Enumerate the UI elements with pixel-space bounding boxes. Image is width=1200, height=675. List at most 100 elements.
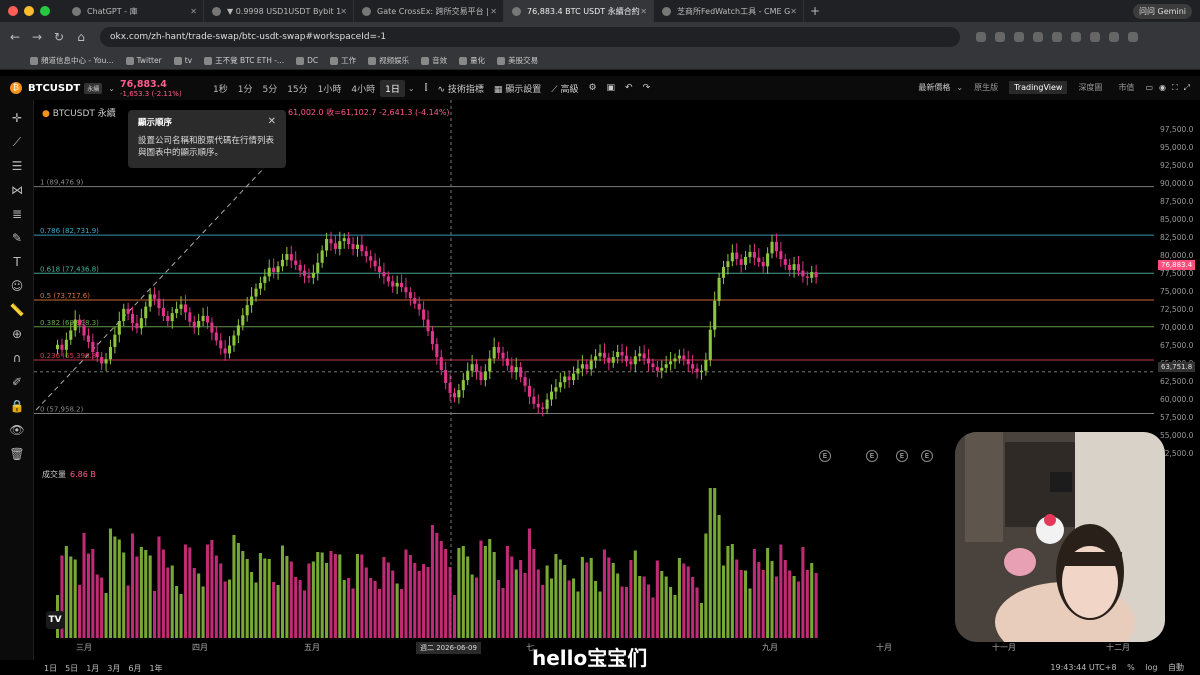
- volume-bar: [289, 561, 293, 638]
- view-native[interactable]: 原生版: [969, 80, 1003, 95]
- brush-icon[interactable]: ✎: [0, 226, 34, 250]
- bookmark-8[interactable]: 量化: [459, 55, 485, 66]
- maximize-window-icon[interactable]: [40, 6, 50, 16]
- undo-icon[interactable]: ↶: [625, 83, 633, 93]
- trash-icon[interactable]: 🗑: [0, 442, 34, 466]
- range-1y[interactable]: 1年: [149, 663, 162, 674]
- tab-close-icon[interactable]: ✕: [790, 7, 797, 16]
- chevron-down-icon[interactable]: ⌄: [408, 84, 415, 93]
- bookmark-6[interactable]: 视频娱乐: [368, 55, 409, 66]
- range-1m[interactable]: 1月: [86, 663, 99, 674]
- volume-bar: [302, 590, 307, 638]
- display-settings-button[interactable]: ▦ 顯示設置: [494, 82, 541, 95]
- back-icon[interactable]: ←: [4, 30, 26, 44]
- range-3m[interactable]: 3月: [107, 663, 120, 674]
- ruler-icon[interactable]: 📏: [0, 298, 34, 322]
- bookmark-1[interactable]: Twitter: [125, 56, 162, 65]
- log-toggle[interactable]: log: [1145, 663, 1157, 672]
- bookmark-7[interactable]: 音效: [421, 55, 447, 66]
- zoom-in-icon[interactable]: ⊕: [0, 322, 34, 346]
- extension-icon[interactable]: [1033, 32, 1043, 42]
- tf-1m[interactable]: 1分: [233, 80, 258, 97]
- range-6m[interactable]: 6月: [128, 663, 141, 674]
- pattern-icon[interactable]: ⋈: [0, 178, 34, 202]
- extension-icon[interactable]: [1014, 32, 1024, 42]
- tf-1d[interactable]: 1日: [380, 79, 405, 97]
- extension-icon[interactable]: [1109, 32, 1119, 42]
- extension-icon[interactable]: [995, 32, 1005, 42]
- bookmark-5[interactable]: 工作: [330, 55, 356, 66]
- tf-5m[interactable]: 5分: [257, 80, 282, 97]
- layout-icon[interactable]: ▣: [607, 83, 616, 93]
- chevron-down-icon[interactable]: ⌄: [956, 83, 963, 92]
- percent-toggle[interactable]: %: [1127, 663, 1135, 672]
- gemini-button[interactable]: 问问 Gemini: [1133, 4, 1192, 19]
- new-tab-icon[interactable]: +: [810, 4, 820, 18]
- extension-icon[interactable]: [1071, 32, 1081, 42]
- home-icon[interactable]: ⌂: [70, 30, 92, 44]
- extension-icon[interactable]: [1052, 32, 1062, 42]
- tf-1h[interactable]: 1小時: [313, 80, 347, 97]
- lock-icon[interactable]: 🔒: [0, 394, 34, 418]
- url-input[interactable]: okx.com/zh-hant/trade-swap/btc-usdt-swap…: [100, 27, 960, 47]
- tab-close-icon[interactable]: ✕: [640, 7, 647, 16]
- range-1d[interactable]: 1日: [44, 663, 57, 674]
- auto-toggle[interactable]: 自動: [1168, 663, 1184, 672]
- horizontal-lines-icon[interactable]: ☰: [0, 154, 34, 178]
- eye-icon[interactable]: 👁: [0, 418, 34, 442]
- trend-line-icon[interactable]: ⟋: [0, 130, 34, 154]
- tab-close-icon[interactable]: ✕: [490, 7, 497, 16]
- tab-close-icon[interactable]: ✕: [190, 7, 197, 16]
- chart-legend[interactable]: ● BTCUSDT 永續: [42, 106, 116, 119]
- expand-icon[interactable]: ⤢: [1184, 83, 1190, 93]
- latest-price-select[interactable]: 最新價格: [918, 82, 950, 93]
- range-5d[interactable]: 5日: [65, 663, 78, 674]
- chevron-down-icon[interactable]: ⌄: [108, 84, 115, 93]
- magnet-icon[interactable]: ∩: [0, 346, 34, 370]
- settings-gear-icon[interactable]: ⚙: [588, 83, 596, 93]
- event-marker-icon[interactable]: E: [896, 450, 908, 462]
- forward-icon[interactable]: →: [26, 30, 48, 44]
- bookmark-0[interactable]: 頻道信息中心 - You...: [30, 55, 114, 66]
- tf-1s[interactable]: 1秒: [208, 80, 233, 97]
- symbol-selector[interactable]: ₿ BTCUSDT 永續 ⌄: [10, 82, 120, 94]
- window-controls[interactable]: [8, 6, 50, 16]
- bookmark-4[interactable]: DC: [296, 56, 318, 65]
- text-tool-icon[interactable]: T: [0, 250, 34, 274]
- bookmark-3[interactable]: 王不覺 BTC ETH -...: [204, 55, 284, 66]
- view-depth[interactable]: 深度圖: [1073, 80, 1107, 95]
- extension-icon[interactable]: [1128, 32, 1138, 42]
- tf-4h[interactable]: 4小時: [346, 80, 380, 97]
- reload-icon[interactable]: ↻: [48, 30, 70, 44]
- camera-icon[interactable]: ◉: [1159, 83, 1166, 92]
- crosshair-icon[interactable]: ✛: [0, 106, 34, 130]
- event-marker-icon[interactable]: E: [819, 450, 831, 462]
- browser-tab-0[interactable]: ChatGPT - 庫 ✕: [64, 0, 204, 22]
- window-icon[interactable]: ▭: [1145, 83, 1153, 92]
- browser-tab-4[interactable]: 芝商所FedWatch工具 - CME G ✕: [654, 0, 804, 22]
- browser-tab-1[interactable]: ▼ 0.9998 USD1USDT Bybit 1 ✕: [204, 0, 354, 22]
- fib-tool-icon[interactable]: ≣: [0, 202, 34, 226]
- browser-tab-2[interactable]: Gate CrossEx: 跨所交易平台 | ✕: [354, 0, 504, 22]
- event-marker-icon[interactable]: E: [921, 450, 933, 462]
- close-icon[interactable]: ✕: [268, 116, 276, 127]
- redo-icon[interactable]: ↷: [643, 83, 651, 93]
- extension-icon[interactable]: [1090, 32, 1100, 42]
- indicators-button[interactable]: ∿ 技術指標: [437, 82, 483, 95]
- tab-close-icon[interactable]: ✕: [340, 7, 347, 16]
- bookmark-2[interactable]: tv: [173, 56, 192, 65]
- fullscreen-icon[interactable]: ⛶: [1172, 83, 1178, 93]
- lock-draw-icon[interactable]: ✐: [0, 370, 34, 394]
- close-window-icon[interactable]: [8, 6, 18, 16]
- advanced-button[interactable]: ⟋ 高級: [551, 82, 578, 95]
- view-tradingview[interactable]: TradingView: [1009, 81, 1068, 94]
- tf-15m[interactable]: 15分: [282, 80, 312, 97]
- extension-icon[interactable]: [976, 32, 986, 42]
- candle-type-icon[interactable]: ⫿: [425, 83, 428, 93]
- browser-tab-3[interactable]: 76,883.4 BTC USDT 永續合約 ✕: [504, 0, 654, 22]
- view-market-cap[interactable]: 市值: [1113, 80, 1139, 95]
- minimize-window-icon[interactable]: [24, 6, 34, 16]
- bookmark-9[interactable]: 美股交易: [497, 55, 538, 66]
- event-marker-icon[interactable]: E: [866, 450, 878, 462]
- emoji-icon[interactable]: ☺: [0, 274, 34, 298]
